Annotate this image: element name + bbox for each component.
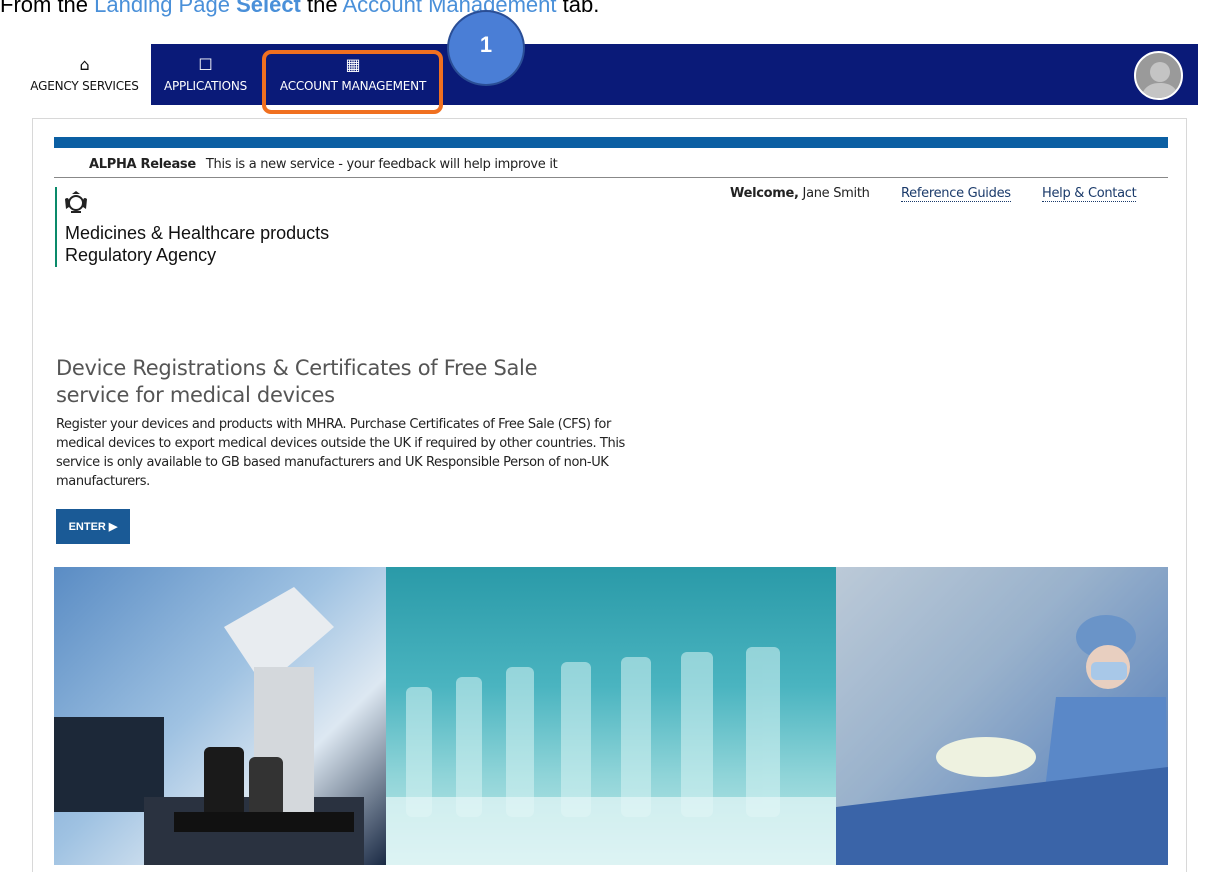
tab-label: APPLICATIONS [163, 79, 248, 93]
vials-photo [386, 567, 836, 865]
microscope-photo [54, 567, 386, 865]
help-contact-link[interactable]: Help & Contact [1042, 186, 1137, 202]
building-icon: ▦ [345, 55, 361, 74]
select-keyword: Select [236, 0, 301, 17]
instruction-text: From the Landing Page Select the Account… [0, 0, 599, 18]
accent-bar [54, 137, 1168, 148]
tab-applications[interactable]: ☐ APPLICATIONS [153, 44, 258, 105]
royal-crest-icon [65, 191, 87, 213]
welcome-label: Welcome, [730, 186, 799, 201]
phase-message: This is a new service - your feedback wi… [205, 157, 558, 172]
step-badge: 1 [447, 10, 525, 86]
landing-page-link: Landing Page [94, 0, 230, 17]
reference-guides-link[interactable]: Reference Guides [901, 186, 1011, 202]
tab-account-management[interactable]: ▦ ACCOUNT MANAGEMENT [264, 44, 442, 105]
surgeon-photo [836, 567, 1168, 865]
tab-label: ACCOUNT MANAGEMENT [279, 79, 427, 93]
agency-logo-text: Medicines & Healthcare products Regulato… [65, 222, 329, 266]
user-avatar[interactable] [1134, 51, 1183, 100]
org-name-line2: Regulatory Agency [65, 245, 217, 265]
document-icon: ☐ [198, 55, 213, 74]
top-navbar: ⌂ AGENCY SERVICES ☐ APPLICATIONS ▦ ACCOU… [18, 44, 1198, 105]
surgeon-illustration [836, 567, 1168, 865]
vials-illustration [386, 647, 836, 865]
user-name: Jane Smith [802, 186, 870, 201]
page-content: ALPHA Release This is a new service - you… [32, 118, 1187, 872]
divider [54, 177, 1168, 178]
microscope-illustration [54, 587, 364, 865]
welcome-message: Welcome, Jane Smith [730, 186, 870, 201]
logo-divider [55, 187, 57, 267]
account-management-link: Account Management [342, 0, 557, 17]
enter-button[interactable]: ENTER ▶ [56, 509, 130, 544]
service-description: Register your devices and products with … [56, 417, 625, 489]
hero-image-strip [54, 567, 1168, 865]
alpha-banner: ALPHA Release This is a new service - you… [89, 157, 558, 172]
phase-label: ALPHA Release [89, 157, 196, 172]
tab-agency-services[interactable]: ⌂ AGENCY SERVICES [18, 44, 151, 105]
page-title: Device Registrations & Certificates of F… [56, 356, 538, 407]
org-name-line1: Medicines & Healthcare products [65, 223, 330, 243]
tab-label: AGENCY SERVICES [30, 79, 139, 93]
home-icon: ⌂ [79, 55, 90, 74]
